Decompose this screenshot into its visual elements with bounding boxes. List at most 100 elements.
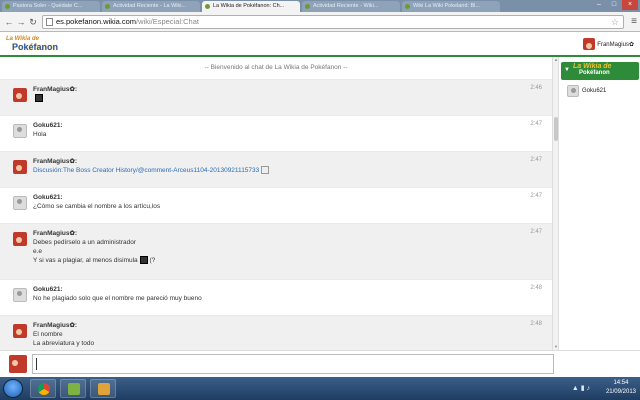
message-author[interactable]: Goku621: (33, 193, 542, 202)
emoticon-icon (35, 94, 43, 103)
chat-header: La Wikia de Pokéfanon FranMagius✿ (0, 33, 640, 57)
menu-wrench-icon[interactable]: ≡ (631, 16, 637, 28)
tab-pokeland[interactable]: Wiki La Wiki Pokeland: Bl... (402, 1, 500, 12)
windows-taskbar: ▲ ▮ ♪ 14:54 21/09/2013 (0, 377, 640, 400)
chat-message: Goku621: 2:47 Hola (0, 115, 552, 151)
current-user[interactable]: FranMagius✿ (583, 38, 634, 52)
chat-message: Goku621: 2:47 ¿Cómo se cambia el nombre … (0, 187, 552, 223)
message-line: El nombre (33, 331, 63, 338)
tab-label: La Wikia de Pokéfanon: Ch... (213, 3, 285, 9)
message-line: Discusión:The Boss Creator History/@comm… (33, 166, 542, 175)
message-author[interactable]: FranMagius✿: (33, 229, 542, 238)
collapse-arrow-icon[interactable]: ▼ (564, 67, 570, 73)
tab-favicon-icon (205, 4, 210, 9)
message-time: 2:48 (530, 321, 542, 327)
message-author[interactable]: FranMagius✿: (33, 157, 542, 166)
tab-label: Wiki La Wiki Pokeland: Bl... (413, 3, 480, 9)
taskbar-app-3[interactable] (90, 379, 116, 398)
tab-actividad-reciente[interactable]: Actividad Reciente - La Wiki... (102, 1, 200, 12)
minimize-icon[interactable]: – (592, 0, 606, 10)
tab-favicon-icon (305, 4, 310, 9)
close-icon[interactable]: × (622, 0, 638, 10)
browser-tab-strip: Pastora Soler - Quédate C... Actividad R… (0, 0, 640, 12)
message-link[interactable]: Discusión:The Boss Creator History/@comm… (33, 167, 259, 174)
chat-message: Goku621: 2:48 No he plagiado solo que el… (0, 279, 552, 315)
avatar (13, 160, 27, 174)
message-time: 2:47 (530, 121, 542, 127)
message-author[interactable]: Goku621: (33, 121, 542, 130)
tab-label: Pastora Soler - Quédate C... (13, 3, 83, 9)
url-path: /wiki/Especial:Chat (136, 17, 199, 26)
message-line: Hola (33, 131, 47, 138)
message-time: 2:47 (530, 229, 542, 235)
maximize-icon[interactable]: □ (607, 0, 621, 10)
message-text: (? (149, 257, 156, 264)
chat-message: FranMagius✿: 2:48 El nombre La abreviatu… (0, 315, 552, 350)
game-icon (68, 383, 80, 395)
reload-icon[interactable]: ↻ (27, 16, 39, 28)
avatar (13, 324, 27, 338)
chat-message: FranMagius✿: 2:47 Discusión:The Boss Cre… (0, 151, 552, 187)
chat-input[interactable] (32, 354, 554, 374)
clock-date: 21/09/2013 (605, 389, 636, 395)
message-author[interactable]: Goku621: (33, 285, 542, 294)
avatar (13, 124, 27, 138)
logo-line2: Pokéfanon (12, 42, 59, 52)
browser-toolbar: ← → ↻ es.pokefanon.wikia.com/wiki/Especi… (0, 12, 640, 32)
avatar (13, 232, 27, 246)
tab-chat-active[interactable]: La Wikia de Pokéfanon: Ch... (202, 1, 300, 12)
user-list-panel: ▼ La Wikia de Pokéfanon Goku621 (558, 57, 640, 350)
tab-pastora-soler[interactable]: Pastora Soler - Quédate C... (2, 1, 100, 12)
welcome-message: -- Bienvenido al chat de La Wikia de Pok… (204, 64, 348, 71)
tab-favicon-icon (105, 4, 110, 9)
chat-message: FranMagius✿: 2:46 (0, 79, 552, 115)
current-user-name: FranMagius✿ (597, 41, 634, 48)
chrome-icon (38, 383, 50, 395)
user-list-logo-line2: Pokéfanon (579, 70, 610, 76)
message-author[interactable]: FranMagius✿: (33, 85, 542, 94)
avatar (567, 85, 579, 97)
message-line: e.e (33, 248, 43, 255)
message-author[interactable]: FranMagius✿: (33, 321, 542, 330)
start-button[interactable] (3, 379, 23, 398)
cat-emoticon-icon (261, 166, 270, 175)
back-icon[interactable]: ← (3, 16, 15, 28)
bookmark-star-icon[interactable]: ☆ (611, 16, 619, 28)
message-time: 2:48 (530, 285, 542, 291)
avatar (13, 196, 27, 210)
tab-label: Actividad Reciente - La Wiki... (113, 3, 187, 9)
clock-time: 14:54 (613, 380, 629, 386)
message-text: Y si vas a plagiar, al menos disimula (33, 257, 138, 264)
screen: Pastora Soler - Quédate C... Actividad R… (0, 0, 640, 400)
system-tray-icons[interactable]: ▲ ▮ ♪ (572, 384, 590, 392)
avatar (13, 288, 27, 302)
tab-label: Actividad Reciente - Wiki... (313, 3, 379, 9)
avatar (583, 38, 596, 50)
message-line (33, 94, 542, 103)
message-line: ¿Cómo se cambia el nombre a los artícu,l… (33, 203, 161, 210)
user-list-header[interactable]: ▼ La Wikia de Pokéfanon (561, 62, 639, 80)
message-time: 2:47 (530, 193, 542, 199)
taskbar-chrome[interactable] (30, 379, 56, 398)
text-caret (36, 358, 37, 370)
message-time: 2:47 (530, 157, 542, 163)
chat-message: FranMagius✿: 2:47 Debes pedírselo a un a… (0, 223, 552, 279)
folder-icon (98, 383, 110, 395)
message-line: La abreviatura y todo (33, 340, 95, 347)
avatar (9, 355, 27, 373)
user-list-item[interactable]: Goku621 (567, 85, 606, 97)
tab-actividad-reciente-2[interactable]: Actividad Reciente - Wiki... (302, 1, 400, 12)
avatar (13, 88, 27, 102)
taskbar-app-2[interactable] (60, 379, 86, 398)
user-name: Goku621 (582, 88, 607, 94)
message-line: Debes pedírselo a un administrador (33, 239, 136, 246)
chat-message-area[interactable]: -- Bienvenido al chat de La Wikia de Pok… (0, 57, 552, 350)
forward-icon[interactable]: → (15, 16, 27, 28)
wiki-logo[interactable]: La Wikia de Pokéfanon (6, 36, 58, 54)
message-time: 2:46 (530, 85, 542, 91)
tab-favicon-icon (405, 4, 410, 9)
user-list-logo-line1: La Wikia de (573, 63, 612, 70)
address-bar[interactable]: es.pokefanon.wikia.com/wiki/Especial:Cha… (42, 15, 624, 29)
page-icon (46, 18, 53, 26)
clock[interactable]: 14:54 21/09/2013 (606, 379, 636, 397)
